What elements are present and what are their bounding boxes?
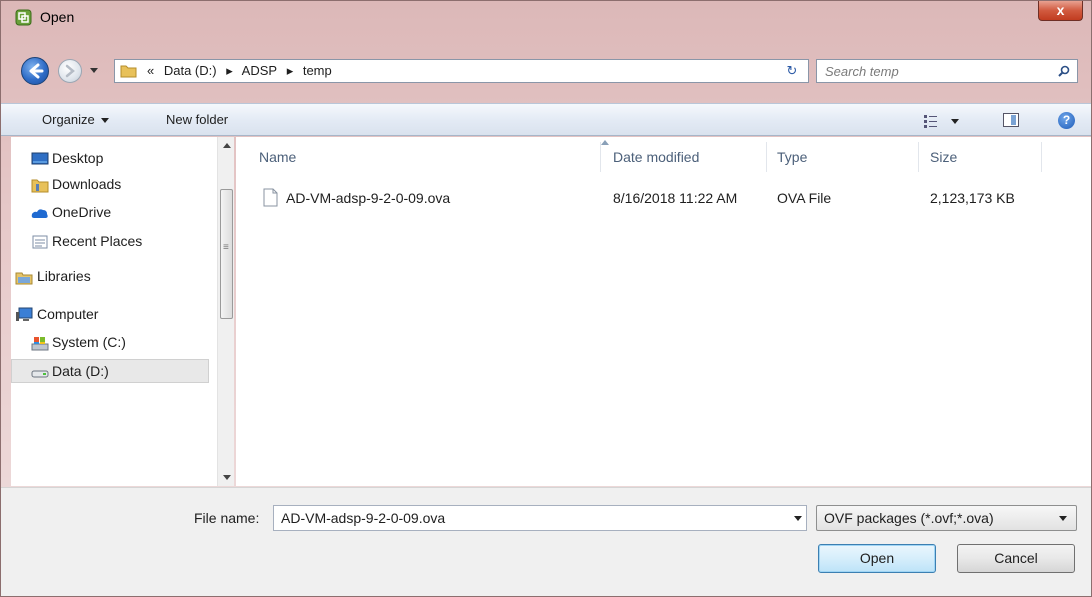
file-name-value: AD-VM-adsp-9-2-0-09.ova [281, 510, 446, 526]
nav-item-label: Desktop [52, 150, 104, 166]
recent-locations-dropdown[interactable] [90, 68, 98, 73]
chevron-down-icon[interactable] [1059, 516, 1067, 521]
file-icon [263, 188, 278, 207]
open-dialog: Open x « Data (D:) ▸ ADSP ▸ temp ↻ Searc… [0, 0, 1092, 597]
navigation-pane: Desktop Downloads OneDrive Recent Places [11, 137, 234, 486]
back-button[interactable] [21, 57, 49, 85]
drive-icon [31, 370, 49, 378]
help-icon[interactable]: ? [1058, 112, 1075, 129]
nav-item-system-c[interactable]: System (C:) [11, 331, 209, 355]
nav-item-computer[interactable]: Computer [11, 303, 209, 327]
file-name: AD-VM-adsp-9-2-0-09.ova [286, 190, 451, 206]
recent-places-icon [32, 235, 48, 249]
column-divider[interactable] [1041, 142, 1042, 172]
folder-icon [31, 179, 49, 193]
file-size: 2,123,173 KB [930, 190, 1015, 206]
desktop-icon [31, 152, 49, 165]
file-name-label: File name: [194, 510, 260, 526]
column-header-size[interactable]: Size [907, 137, 1047, 179]
file-type-value: OVF packages (*.ovf;*.ova) [824, 510, 994, 526]
scroll-thumb[interactable] [220, 189, 233, 319]
cancel-button[interactable]: Cancel [957, 544, 1075, 573]
chevron-right-icon[interactable]: ▸ [226, 63, 233, 78]
libraries-icon [15, 272, 33, 285]
close-button[interactable]: x [1038, 1, 1083, 21]
nav-item-onedrive[interactable]: OneDrive [11, 201, 209, 225]
breadcrumb-temp[interactable]: temp [303, 63, 332, 78]
computer-icon [16, 307, 33, 321]
column-header-label: Name [259, 149, 297, 165]
drive-icon [31, 337, 49, 351]
preview-pane-icon[interactable] [1003, 113, 1019, 127]
nav-item-data-d[interactable]: Data (D:) [11, 359, 209, 383]
refresh-button[interactable]: ↻ [776, 59, 809, 83]
open-button[interactable]: Open [818, 544, 936, 573]
address-bar[interactable]: « Data (D:) ▸ ADSP ▸ temp [114, 59, 809, 83]
command-bar: Organize New folder ? [1, 103, 1091, 136]
breadcrumb[interactable]: « Data (D:) ▸ ADSP ▸ temp [147, 63, 338, 79]
nav-item-downloads[interactable]: Downloads [11, 173, 209, 197]
file-list: Name Date modified Type Size AD-VM-adsp-… [236, 137, 1091, 486]
column-header-label: Type [777, 149, 808, 165]
dialog-footer: File name: AD-VM-adsp-9-2-0-09.ova OVF p… [1, 487, 1091, 596]
new-folder-button[interactable]: New folder [166, 112, 228, 127]
forward-button[interactable] [58, 59, 82, 83]
column-header-label: Date modified [613, 149, 700, 165]
search-icon[interactable] [1058, 65, 1070, 77]
breadcrumb-data-drive[interactable]: Data (D:) [164, 63, 217, 78]
search-placeholder: Search temp [825, 64, 899, 79]
breadcrumb-overflow[interactable]: « [147, 63, 154, 78]
breadcrumb-adsp[interactable]: ADSP [242, 63, 277, 78]
window-title: Open [40, 9, 75, 25]
column-header-date-modified[interactable]: Date modified [590, 137, 760, 179]
file-type-select[interactable]: OVF packages (*.ovf;*.ova) [816, 505, 1077, 531]
chevron-down-icon[interactable] [794, 516, 802, 521]
nav-scrollbar[interactable] [217, 137, 234, 486]
nav-item-label: System (C:) [52, 334, 126, 350]
nav-item-label: Computer [37, 306, 99, 322]
nav-item-label: Recent Places [52, 233, 143, 249]
nav-item-label: Downloads [52, 176, 122, 192]
folder-icon [120, 65, 137, 78]
forward-arrow-icon [65, 64, 75, 78]
nav-item-recent-places[interactable]: Recent Places [11, 230, 209, 254]
column-header-name[interactable]: Name [236, 137, 588, 179]
column-header-label: Size [930, 149, 958, 165]
scroll-down-button[interactable] [218, 469, 235, 486]
scroll-up-button[interactable] [218, 137, 235, 154]
title-bar: Open x [1, 1, 1091, 33]
table-row[interactable]: AD-VM-adsp-9-2-0-09.ova 8/16/2018 11:22 … [236, 187, 1091, 209]
file-date-modified: 8/16/2018 11:22 AM [613, 190, 738, 206]
chevron-right-icon[interactable]: ▸ [287, 63, 294, 78]
nav-item-label: Libraries [37, 268, 91, 284]
app-icon [15, 9, 32, 26]
search-input[interactable]: Search temp [816, 59, 1078, 83]
column-header-type[interactable]: Type [754, 137, 914, 179]
file-type: OVA File [777, 190, 832, 206]
cloud-icon [31, 209, 48, 218]
back-arrow-icon [29, 63, 44, 79]
file-name-input[interactable]: AD-VM-adsp-9-2-0-09.ova [273, 505, 807, 531]
nav-item-label: OneDrive [52, 204, 112, 220]
nav-item-libraries[interactable]: Libraries [11, 265, 209, 289]
organize-button[interactable]: Organize [42, 112, 109, 127]
nav-item-desktop[interactable]: Desktop [11, 147, 209, 171]
views-icon[interactable] [923, 113, 963, 129]
nav-item-label: Data (D:) [52, 363, 109, 379]
